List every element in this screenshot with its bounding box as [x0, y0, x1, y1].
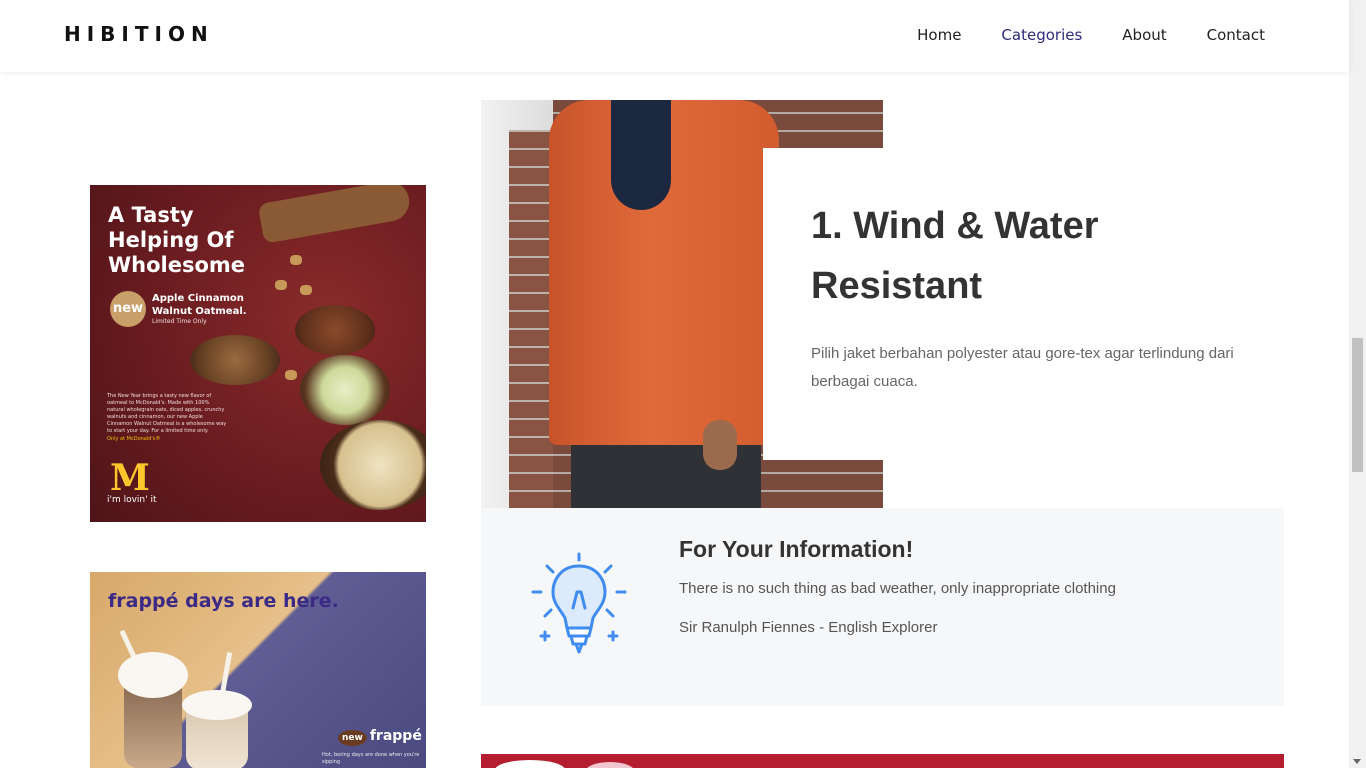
walnut-bowl-graphic [190, 335, 280, 385]
oatmeal-bowl-graphic [320, 420, 426, 510]
nav-home[interactable]: Home [917, 26, 961, 44]
ad-tagline: i'm lovin' it [107, 495, 157, 505]
ad-headline: A Tasty Helping Of Wholesome [108, 203, 246, 277]
info-author: Sir Ranulph Fiennes - English Explorer [679, 619, 938, 636]
banner-graphic [585, 762, 635, 768]
tshirt-graphic [611, 100, 671, 210]
walnut-graphic [300, 285, 312, 295]
oatmeal-ad-image[interactable]: A Tasty Helping Of Wholesome new Apple C… [90, 185, 426, 522]
scroll-down-arrow-icon[interactable] [1353, 759, 1361, 764]
whipped-cream-graphic [118, 652, 188, 698]
whipped-cream-graphic [182, 690, 252, 720]
walnut-graphic [285, 370, 297, 380]
walnut-graphic [275, 280, 287, 290]
nav-about[interactable]: About [1122, 26, 1166, 44]
frappe-logo: new frappé [338, 728, 422, 746]
scrollbar-thumb[interactable] [1352, 338, 1363, 472]
ad-footnote: Only at McDonald's® [107, 436, 161, 442]
lightbulb-icon [531, 552, 627, 654]
feature-description: Pilih jaket berbahan polyester atau gore… [811, 345, 1234, 390]
info-box: For Your Information! There is no such t… [481, 508, 1284, 706]
brick-column-graphic [509, 130, 553, 508]
banner-graphic [495, 760, 565, 768]
ad-body-text: The New Year brings a tasty new flavor o… [107, 393, 227, 434]
info-quote: There is no such thing as bad weather, o… [679, 580, 1116, 597]
site-header: HIBITION Home Categories About Contact [0, 0, 1349, 72]
page-scrollbar[interactable] [1349, 0, 1366, 768]
info-title: For Your Information! [679, 536, 914, 562]
frappe-small-text: Hot, boring days are done when you're si… [322, 752, 420, 765]
frappe-headline: frappé days are here. [108, 590, 339, 612]
new-badge: new [110, 291, 146, 327]
apple-bowl-graphic [300, 355, 390, 425]
feature-title: 1. Wind & Water Resistant [811, 205, 1099, 307]
cinnamon-bowl-graphic [295, 305, 375, 355]
main-nav: Home Categories About Contact [917, 26, 1265, 44]
spoon-graphic [257, 185, 413, 244]
mcdonalds-logo-icon: M [110, 457, 150, 499]
nav-categories[interactable]: Categories [1001, 26, 1082, 44]
hand-graphic [703, 420, 737, 470]
brand-logo[interactable]: HIBITION [64, 22, 214, 46]
walnut-graphic [290, 255, 302, 265]
ad-limited-text: Limited Time Only [152, 318, 207, 325]
frappe-ad-image[interactable]: frappé days are here. new frappé Hot, bor… [90, 572, 426, 768]
bottom-ad-banner[interactable] [481, 754, 1284, 768]
ad-product-name: Apple Cinnamon Walnut Oatmeal. [152, 293, 247, 317]
feature-card: 1. Wind & Water Resistant Pilih jaket be… [763, 148, 1253, 460]
nav-contact[interactable]: Contact [1207, 26, 1265, 44]
